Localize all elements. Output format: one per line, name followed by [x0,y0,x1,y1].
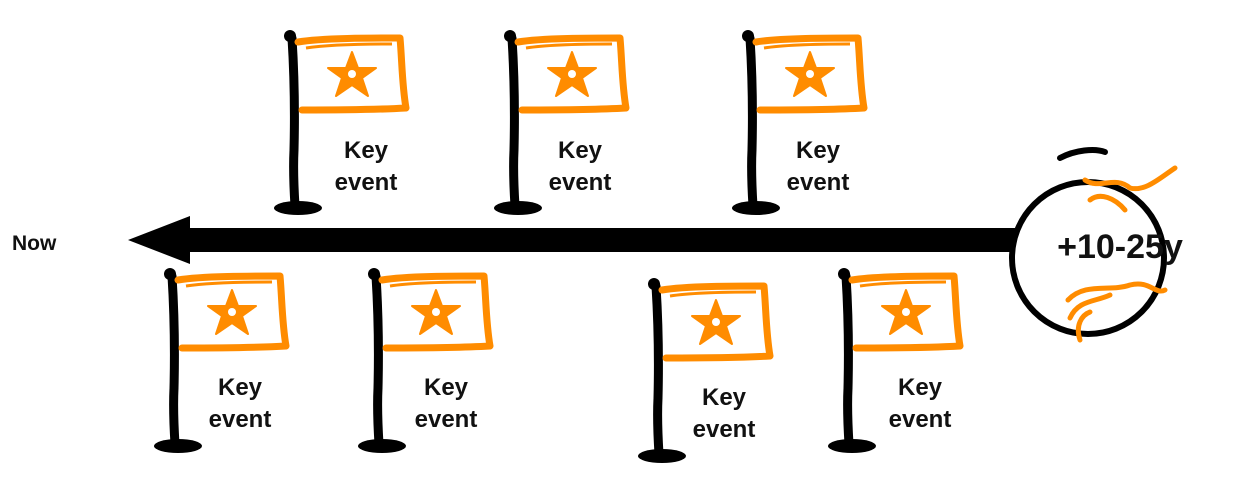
event-label-line2: event [888,406,952,433]
event-label: Key event [758,135,878,199]
timeline-diagram: Now +10-25y Key event Key event Key even… [0,0,1258,500]
event-label-line2: event [786,169,850,196]
timeline-start-label: Now [12,232,57,255]
event-label-line1: Key [701,384,747,411]
event-label: Key event [386,372,506,436]
event-label: Key event [306,135,426,199]
event-label-line2: event [548,169,612,196]
event-label: Key event [520,135,640,199]
event-label-line1: Key [217,374,263,401]
event-label-line2: event [334,169,398,196]
timeline-arrow [128,216,1020,264]
event-label-line1: Key [557,137,603,164]
event-label-line1: Key [897,374,943,401]
event-label: Key event [180,372,300,436]
event-label: Key event [860,372,980,436]
timeline-horizon-label: +10-25y [1057,228,1183,266]
event-label-line2: event [414,406,478,433]
event-label: Key event [664,382,784,446]
event-label-line2: event [692,416,756,443]
event-label-line1: Key [423,374,469,401]
event-label-line2: event [208,406,272,433]
event-label-line1: Key [795,137,841,164]
event-label-line1: Key [343,137,389,164]
